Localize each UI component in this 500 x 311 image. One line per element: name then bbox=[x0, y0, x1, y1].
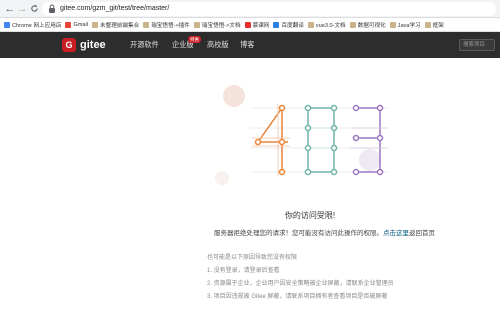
403-illustration bbox=[215, 85, 390, 185]
bookmark-item[interactable]: Gmail bbox=[65, 21, 89, 28]
bookmark-item[interactable]: 慕课网 bbox=[244, 21, 270, 29]
lock-icon bbox=[49, 4, 55, 13]
bookmark-icon bbox=[193, 21, 200, 28]
enterprise-badge: 特惠 bbox=[188, 36, 201, 43]
reason-item: 3. 项目因违规被 Gitee 屏蔽，请联系项目拥有者查看项目是否被屏蔽 bbox=[207, 294, 388, 300]
nav-blog[interactable]: 博客 bbox=[240, 32, 254, 58]
bookmark-label: Chrome 网上应用店 bbox=[12, 22, 62, 29]
bookmark-label: vue3.0-文档 bbox=[315, 22, 346, 29]
bookmark-item[interactable]: 未整理前端集合 bbox=[92, 21, 139, 29]
bookmark-item[interactable]: Java学习 bbox=[389, 21, 421, 29]
gitee-logo[interactable]: G gitee bbox=[62, 38, 106, 52]
reload-icon bbox=[30, 4, 38, 12]
bookmark-item[interactable]: Chrome 网上应用店 bbox=[4, 21, 61, 29]
bookmark-icon bbox=[4, 21, 10, 28]
bookmarks-bar: Chrome 网上应用店 Gmail 未整理前端集合 瑞宝悟悟->插件 瑞宝悟悟->文档… bbox=[0, 18, 500, 32]
error-message: 服务器拒绝处理您的请求！您可能没有访问此操作的权限。点击这里返回首页 bbox=[214, 227, 435, 237]
page-title: 你的访问受限! bbox=[284, 211, 336, 220]
digit-4 bbox=[252, 104, 290, 176]
bookmark-label: Java学习 bbox=[397, 22, 421, 29]
bookmark-item[interactable]: 百度翻译 bbox=[273, 21, 304, 29]
digit-0 bbox=[304, 104, 338, 176]
reason-item: 1. 没有登录，请登录后查看 bbox=[207, 268, 280, 274]
bookmark-label: 百度翻译 bbox=[281, 22, 304, 29]
browser-address-bar: ← → gitee.com/gzm_git/test/tree/master/ bbox=[0, 0, 500, 18]
error-message-text: 服务器拒绝处理您的请求！您可能没有访问此操作的权限。 bbox=[214, 230, 383, 237]
nav-open-source[interactable]: 开源软件 bbox=[130, 32, 159, 58]
reasons-title: 也可能是以下原因导致您没有权限 bbox=[207, 255, 298, 261]
bookmark-icon bbox=[65, 21, 72, 28]
bookmark-item[interactable]: 瑞宝悟悟->文档 bbox=[193, 21, 241, 29]
search-input[interactable]: 搜索项目 bbox=[459, 39, 495, 51]
bookmark-icon bbox=[349, 21, 356, 28]
reason-item: 2. 资源属于企业，企业用户因安全策略被企业屏蔽，请联系企业管理员 bbox=[207, 281, 394, 287]
back-button[interactable]: ← bbox=[4, 2, 16, 16]
bookmark-label: 慕课网 bbox=[252, 22, 270, 29]
bookmark-label: 数据可视化 bbox=[357, 22, 386, 29]
nav-education[interactable]: 高校版 bbox=[207, 32, 229, 58]
bookmark-icon bbox=[244, 21, 251, 28]
bookmark-icon bbox=[273, 21, 280, 28]
reasons-list: 也可能是以下原因导致您没有权限 1. 没有登录，请登录后查看 2. 资源属于企业… bbox=[207, 252, 394, 304]
gitee-logo-icon: G bbox=[62, 38, 76, 52]
bookmark-icon bbox=[389, 21, 396, 28]
decor-circle-small bbox=[359, 149, 381, 171]
bookmark-item[interactable]: 瑞宝悟悟->插件 bbox=[143, 21, 190, 29]
decor-circle-large bbox=[223, 85, 245, 107]
site-header: G gitee 开源软件 企业版 特惠 高校版 博客 搜索项目 bbox=[0, 32, 500, 58]
url-text: gitee.com/gzm_git/test/tree/master/ bbox=[60, 5, 170, 12]
bookmark-icon bbox=[92, 21, 99, 28]
bookmark-label: 未整理前端集合 bbox=[100, 22, 140, 29]
bookmark-label: 瑞宝悟悟->插件 bbox=[151, 22, 190, 29]
bookmark-item[interactable]: 框架 bbox=[424, 21, 444, 29]
bookmark-label: 框架 bbox=[432, 22, 444, 29]
home-link[interactable]: 点击这里 bbox=[383, 230, 409, 237]
gitee-logo-text: gitee bbox=[80, 39, 106, 51]
bookmark-label: 瑞宝悟悟->文档 bbox=[201, 22, 241, 29]
url-field[interactable]: gitee.com/gzm_git/test/tree/master/ bbox=[42, 2, 496, 16]
forward-button[interactable]: → bbox=[16, 2, 28, 16]
bookmark-icon bbox=[307, 21, 314, 28]
reload-button[interactable] bbox=[28, 2, 40, 16]
bookmark-label: Gmail bbox=[73, 21, 89, 28]
error-message-suffix: 返回首页 bbox=[409, 230, 435, 237]
bookmark-item[interactable]: 数据可视化 bbox=[349, 21, 386, 29]
bookmark-icon bbox=[424, 21, 431, 28]
bookmark-icon bbox=[143, 21, 150, 28]
decor-circle-left bbox=[215, 171, 229, 185]
bookmark-item[interactable]: vue3.0-文档 bbox=[307, 21, 346, 29]
